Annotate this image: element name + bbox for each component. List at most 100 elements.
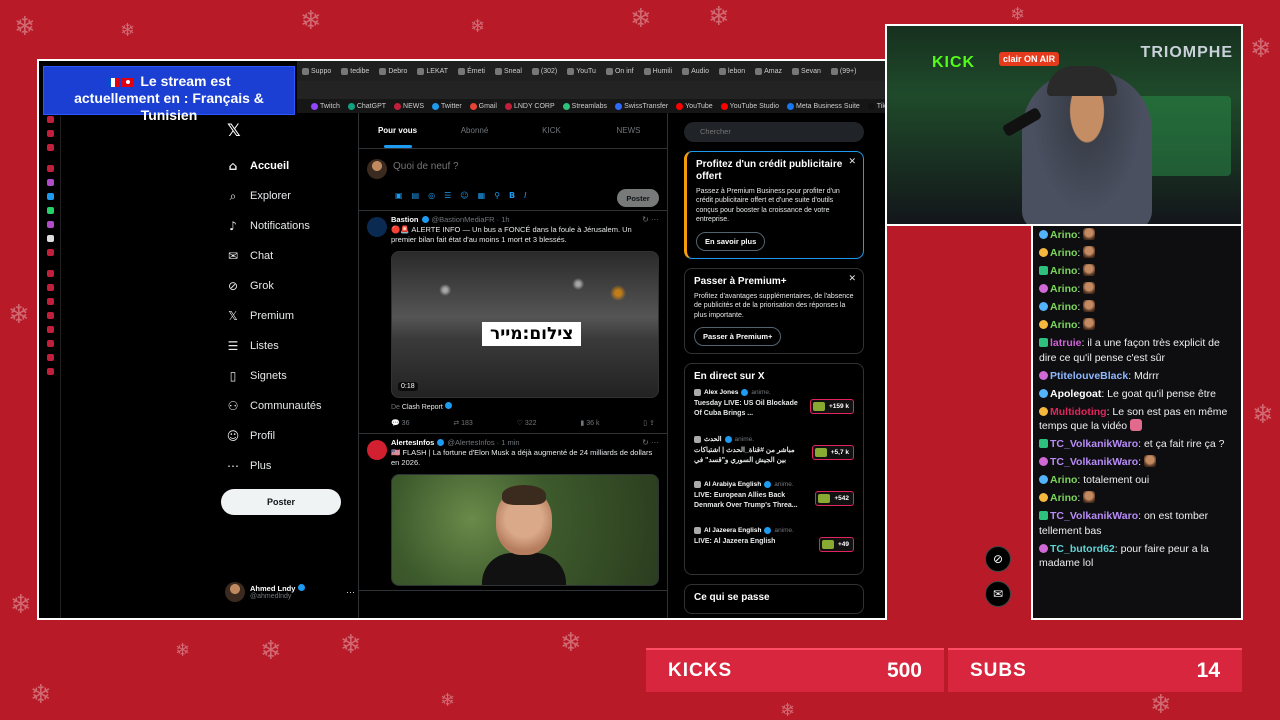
chat-username[interactable]: Arino [1050, 247, 1077, 259]
browser-tab[interactable]: lebon [716, 67, 748, 75]
tweet-author[interactable]: Bastion [391, 215, 419, 224]
app-icon[interactable] [47, 165, 54, 172]
tweet-handle[interactable]: @AlertesInfos · 1 min [447, 438, 519, 447]
premium-button[interactable]: Passer à Premium+ [694, 327, 782, 346]
nav-item-premium[interactable]: 𝕏 Premium [221, 301, 361, 331]
chat-username[interactable]: Arino [1050, 265, 1077, 277]
chat-username[interactable]: TC_VolkanikWaro [1050, 510, 1138, 522]
nav-item-communautés[interactable]: ⚇ Communautés [221, 391, 361, 421]
chat-username[interactable]: Arino [1050, 283, 1077, 295]
credit-link[interactable]: Clash Report [402, 404, 443, 411]
like-button[interactable]: ♡ 322 [517, 419, 537, 427]
download-icon[interactable] [47, 340, 54, 347]
views-button[interactable]: ▮ 36 k [580, 419, 599, 427]
bookmark-share-buttons[interactable]: ▯ ⇪ [643, 419, 655, 427]
tweet[interactable]: Bastion @BastionMediaFR · 1h ↻ ··· 🔴🚨 AL… [359, 211, 667, 434]
italic-icon[interactable]: I [524, 191, 526, 200]
chat-username[interactable]: TC_VolkanikWaro [1050, 438, 1138, 450]
tweet[interactable]: AlertesInfos @AlertesInfos · 1 min ↻ ···… [359, 434, 667, 591]
browser-tab[interactable]: Sevan [789, 67, 824, 75]
youtube-icon[interactable] [47, 249, 54, 256]
address-bar[interactable] [297, 81, 885, 99]
image-icon[interactable]: ▣ [395, 191, 403, 200]
browser-tab[interactable]: Audio [679, 67, 712, 75]
nav-item-accueil[interactable]: ⌂ Accueil [221, 151, 361, 181]
bold-icon[interactable]: B [509, 191, 515, 200]
chat-username[interactable]: Arino [1050, 319, 1077, 331]
more-icon[interactable]: ↻ ··· [642, 215, 659, 224]
history-icon[interactable] [47, 326, 54, 333]
bookmark[interactable]: YouTube [676, 102, 713, 110]
live-item[interactable]: Al Arabiya English anime. LIVE: European A… [694, 481, 854, 521]
close-icon[interactable]: ✕ [848, 273, 856, 284]
tweet-author[interactable]: AlertesInfos [391, 438, 434, 447]
twitch-icon[interactable] [47, 179, 54, 186]
browser-tab[interactable]: Émeti [455, 67, 488, 75]
bookmark[interactable]: Streamlabs [562, 102, 607, 110]
repost-button[interactable]: ⇄ 183 [453, 419, 473, 427]
grok-icon[interactable]: ◎ [428, 191, 435, 200]
browser-tab[interactable]: Amaz [752, 67, 785, 75]
tweet-handle[interactable]: @BastionMediaFR · 1h [432, 215, 510, 224]
chat-username[interactable]: Arino [1050, 301, 1077, 313]
browser-tab[interactable]: Suppo [299, 67, 334, 75]
browser-tab[interactable]: (99+) [828, 67, 860, 75]
nav-item-notifications[interactable]: ♪ Notifications [221, 211, 361, 241]
chat-username[interactable]: TC_VolkanikWaro [1050, 456, 1138, 468]
more-icon[interactable]: ↻ ··· [642, 438, 659, 447]
instagram-icon[interactable] [47, 221, 54, 228]
browser-tab[interactable]: Sneal [492, 67, 525, 75]
post-button[interactable]: Poster [221, 489, 341, 515]
nav-item-chat[interactable]: ✉ Chat [221, 241, 361, 271]
browser-tab[interactable]: Debro [376, 67, 410, 75]
browser-tab[interactable]: On inf [603, 67, 637, 75]
tweet-image[interactable] [391, 474, 659, 586]
bookmark[interactable]: Twitter [432, 102, 462, 110]
chat-username[interactable]: Multidoting [1050, 406, 1107, 418]
nav-item-grok[interactable]: ⊘ Grok [221, 271, 361, 301]
account-switcher[interactable]: Ahmed Lndy @ahmedlndy ··· [225, 582, 355, 602]
browser-tab[interactable]: LEKAT [414, 67, 451, 75]
app-icon[interactable] [47, 130, 54, 137]
live-item[interactable]: الحدث anime. مباشر من #قناة_الحدث | اشتباك… [694, 435, 854, 475]
nav-item-listes[interactable]: ☰ Listes [221, 331, 361, 361]
more-icon[interactable]: ··· [346, 587, 355, 597]
chat-username[interactable]: Apolegoat [1050, 388, 1101, 400]
bookmark[interactable]: ChatGPT [347, 102, 386, 110]
browser-tab[interactable]: (302) [529, 67, 560, 75]
whatsapp-icon[interactable] [47, 207, 54, 214]
bookmark[interactable]: Gmail [469, 102, 497, 110]
schedule-icon[interactable]: ▦ [478, 191, 486, 200]
reply-button[interactable]: 💬 36 [391, 419, 409, 427]
chat-username[interactable]: Arino [1050, 474, 1077, 486]
bookmark[interactable]: TikT [867, 102, 885, 110]
tweet-video[interactable]: צילום:מייר 0:18 [391, 251, 659, 398]
app-icon[interactable] [47, 144, 54, 151]
location-icon[interactable]: ⚲ [494, 191, 500, 200]
settings-icon[interactable] [47, 368, 54, 375]
app-icon[interactable] [47, 312, 54, 319]
bookmark[interactable]: Twitch [311, 102, 340, 110]
bookmark[interactable]: LNDY CORP [504, 102, 555, 110]
nav-item-profil[interactable]: ☺ Profil [221, 421, 361, 451]
chat-username[interactable]: PtitelouveBlack [1050, 370, 1128, 382]
nav-item-plus[interactable]: ⋯ Plus [221, 451, 361, 481]
gif-icon[interactable]: ▤ [412, 191, 420, 200]
chat-username[interactable]: Arino [1050, 229, 1077, 241]
search-input[interactable] [684, 121, 864, 142]
bookmark[interactable]: YouTube Studio [720, 102, 779, 110]
browser-tab[interactable]: tedibe [338, 67, 372, 75]
chat-username[interactable]: Arino [1050, 492, 1077, 504]
bookmark[interactable]: Meta Business Suite [786, 102, 860, 110]
emoji-icon[interactable]: ☺ [460, 191, 468, 200]
tab-news[interactable]: NEWS [590, 113, 667, 148]
browser-tab[interactable]: YouTu [564, 67, 599, 75]
bookmark[interactable]: NEWS [394, 102, 424, 110]
live-item[interactable]: Al Jazeera English anime. LIVE: Al Jazeera… [694, 527, 854, 567]
grok-icon[interactable]: ⊘ [985, 546, 1011, 572]
tab-abonné[interactable]: Abonné [436, 113, 513, 148]
app-icon[interactable] [47, 270, 54, 277]
nav-item-explorer[interactable]: ⌕ Explorer [221, 181, 361, 211]
compose-input[interactable] [393, 161, 593, 172]
bookmark[interactable]: SwissTransfer [615, 102, 668, 110]
